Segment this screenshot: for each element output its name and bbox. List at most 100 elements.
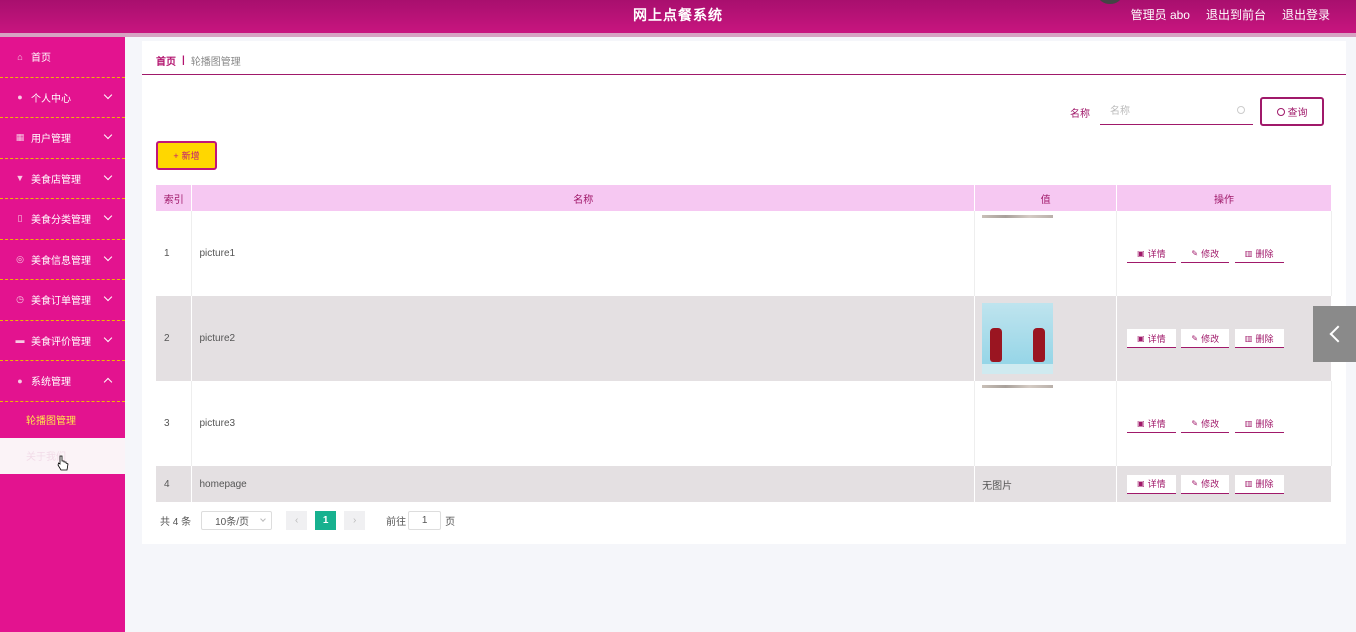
detail-button[interactable]: ▣ 详情 (1127, 474, 1176, 494)
detail-icon: ▣ (1137, 333, 1145, 343)
sidebar-item-category-management[interactable]: ▯ 美食分类管理 (0, 199, 125, 240)
edit-icon: ✎ (1191, 418, 1199, 428)
sidebar-item-order-management[interactable]: ◷ 美食订单管理 (0, 280, 125, 321)
delete-button[interactable]: ▥ 删除 (1234, 244, 1284, 263)
table-row: 3 picture3 ▣ 详情 ✎ 修改 ▥ 删除 (156, 381, 1332, 466)
goto-label: 前往 (386, 517, 407, 528)
column-header-value: 值 (974, 185, 1118, 211)
sidebar-item-personal-center[interactable]: ● 个人中心 (0, 78, 125, 118)
edit-icon: ✎ (1191, 248, 1199, 258)
chevron-left-icon: ‹ (294, 515, 299, 526)
sidebar: ⌂ 首页 ● 个人中心 ▦ 用户管理 ▼ 美食店管理 ▯ 美食分类管理 ◎ 美食… (0, 37, 125, 632)
prev-page-button[interactable]: ‹ (286, 511, 308, 530)
image-thumbnail[interactable] (982, 215, 1054, 218)
detail-button[interactable]: ▣ 详情 (1127, 329, 1176, 348)
edit-icon: ✎ (1191, 479, 1199, 488)
cell-actions: ▣ 详情 ✎ 修改 ▥ 删除 (1116, 381, 1332, 466)
edit-label: 修改 (1201, 248, 1220, 259)
edit-button[interactable]: ✎ 修改 (1181, 474, 1230, 494)
next-page-button[interactable]: › (344, 511, 366, 530)
trash-icon: ▥ (1244, 479, 1253, 488)
chevron-down-icon (103, 211, 113, 221)
page-number-active[interactable]: 1 (315, 511, 337, 530)
sidebar-subitem-carousel[interactable]: 轮播图管理 (0, 401, 125, 438)
detail-button[interactable]: ▣ 详情 (1127, 414, 1176, 433)
side-collapse-tab[interactable] (1313, 306, 1356, 362)
query-button-label: 查询 (1287, 108, 1308, 119)
review-icon: ▬ (15, 335, 25, 346)
detail-label: 详情 (1147, 248, 1166, 259)
cell-index: 3 (156, 381, 193, 466)
sidebar-item-label: 美食评价管理 (31, 336, 91, 348)
sidebar-item-system-management[interactable]: ● 系统管理 (0, 361, 125, 402)
table-header-row: 索引 名称 值 操作 (156, 185, 1332, 211)
cell-actions: ▣ 详情 ✎ 修改 ▥ 删除 (1116, 211, 1332, 296)
sidebar-item-user-management[interactable]: ▦ 用户管理 (0, 118, 125, 159)
sidebar-subitem-label: 轮播图管理 (26, 416, 76, 427)
order-icon: ◷ (16, 294, 24, 305)
add-button[interactable]: + 新增 (156, 141, 217, 170)
page-size-select[interactable]: 10条/页 (201, 511, 273, 530)
image-thumbnail[interactable] (982, 385, 1054, 388)
sidebar-item-shop-management[interactable]: ▼ 美食店管理 (0, 159, 125, 199)
bottle-shape (990, 328, 1003, 362)
user-icon: ● (17, 92, 23, 103)
breadcrumb-home[interactable]: 首页 (156, 53, 176, 68)
search-icon (1276, 107, 1285, 116)
page-suffix: 页 (445, 517, 456, 528)
column-header-name: 名称 (191, 185, 976, 211)
logout-link[interactable]: 退出登录 (1282, 6, 1330, 23)
chevron-up-icon (103, 377, 113, 387)
trash-icon: ▥ (1244, 418, 1253, 428)
goto-page-input[interactable]: 1 (408, 511, 442, 530)
delete-label: 删除 (1255, 248, 1274, 259)
detail-button[interactable]: ▣ 详情 (1127, 244, 1176, 263)
table-row: 4 homepage 无图片 ▣ 详情 ✎ 修改 ▥ 删除 (156, 466, 1332, 502)
delete-button[interactable]: ▥ 删除 (1234, 414, 1284, 433)
avatar[interactable] (1098, 0, 1122, 4)
edit-button[interactable]: ✎ 修改 (1181, 414, 1230, 433)
cell-name: homepage (191, 466, 976, 502)
query-button[interactable]: 查询 (1260, 97, 1324, 126)
search-input[interactable] (1100, 99, 1220, 123)
detail-label: 详情 (1147, 333, 1166, 344)
edit-button[interactable]: ✎ 修改 (1181, 329, 1230, 348)
page-size-value: 10条/页 (215, 517, 250, 528)
breadcrumb-current: 轮播图管理 (190, 57, 241, 68)
cell-index: 2 (156, 296, 193, 381)
column-header-actions: 操作 (1116, 185, 1332, 211)
plus-icon: + (173, 150, 179, 161)
sidebar-item-label: 首页 (31, 53, 51, 65)
sidebar-item-food-info-management[interactable]: ◎ 美食信息管理 (0, 240, 125, 280)
delete-button[interactable]: ▥ 删除 (1234, 329, 1284, 348)
sidebar-item-label: 个人中心 (31, 93, 71, 105)
delete-button[interactable]: ▥ 删除 (1234, 474, 1284, 494)
cell-name: picture3 (191, 381, 976, 466)
table-row: 2 picture2 ▣ 详情 ✎ 修改 ▥ 删除 (156, 296, 1332, 381)
chevron-down-icon (103, 90, 113, 99)
cell-name: picture1 (191, 211, 976, 296)
cell-actions: ▣ 详情 ✎ 修改 ▥ 删除 (1116, 296, 1332, 381)
edit-label: 修改 (1201, 479, 1220, 489)
edit-button[interactable]: ✎ 修改 (1181, 244, 1230, 263)
cell-actions: ▣ 详情 ✎ 修改 ▥ 删除 (1116, 466, 1332, 502)
hand-cursor-icon (57, 455, 69, 471)
column-header-index: 索引 (156, 185, 193, 211)
delete-label: 删除 (1255, 418, 1274, 429)
admin-user-label[interactable]: 管理员 abo (1131, 6, 1190, 23)
delete-label: 删除 (1255, 333, 1274, 344)
top-header: 网上点餐系统 管理员 abo 退出到前台 退出登录 (0, 0, 1356, 33)
pagination: 共 4 条 10条/页 ‹ 1 › 前往 1 页 (160, 511, 455, 530)
sidebar-item-review-management[interactable]: ▬ 美食评价管理 (0, 321, 125, 361)
total-count: 共 4 条 (160, 517, 192, 528)
image-thumbnail[interactable] (982, 303, 1054, 374)
home-icon: ⌂ (17, 51, 23, 62)
cell-index: 1 (156, 211, 193, 296)
sidebar-item-home[interactable]: ⌂ 首页 (0, 37, 125, 78)
back-to-front-link[interactable]: 退出到前台 (1206, 6, 1266, 23)
sidebar-item-label: 美食信息管理 (31, 255, 91, 267)
trash-icon: ▥ (1244, 333, 1253, 343)
chevron-down-icon (103, 171, 113, 180)
cell-value (974, 381, 1118, 466)
breadcrumb: 首页 | 轮播图管理 (156, 53, 241, 68)
